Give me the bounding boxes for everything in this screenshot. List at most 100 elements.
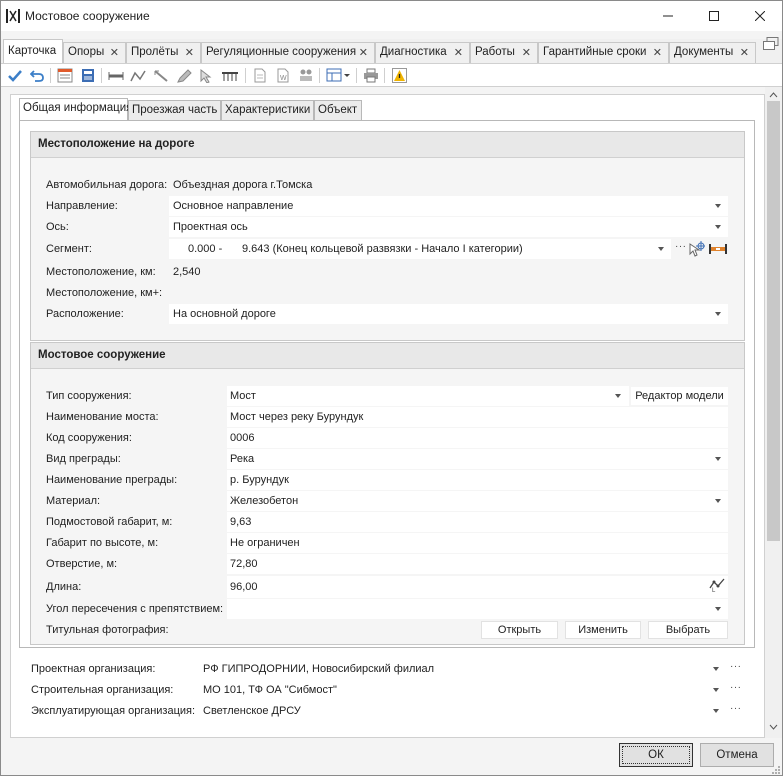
material-value: Железобетон xyxy=(230,495,299,507)
warning-icon xyxy=(391,68,407,83)
tab-label: Диагностика xyxy=(380,46,447,58)
scroll-down-icon[interactable] xyxy=(765,721,782,733)
structure-code-value: 0006 xyxy=(230,432,255,444)
close-icon[interactable]: ✕ xyxy=(740,46,749,59)
tab-characteristics[interactable]: Характеристики xyxy=(221,100,314,120)
ellipsis-icon[interactable]: ··· xyxy=(730,661,742,672)
open-photo-button[interactable]: Открыть xyxy=(481,621,558,639)
tab-warranty[interactable]: Гарантийные сроки ✕ xyxy=(538,42,669,63)
build-org-value: МО 101, ТФ ОА "Сибмост" xyxy=(203,684,337,696)
scrollbar-thumb[interactable] xyxy=(767,101,780,541)
chevron-down-icon[interactable] xyxy=(715,499,721,503)
segment-label: Сегмент: xyxy=(46,243,92,255)
structure-type-select[interactable] xyxy=(227,386,629,406)
ellipsis-icon[interactable]: ··· xyxy=(675,241,687,252)
angle-select[interactable] xyxy=(227,599,728,619)
structure-icon xyxy=(300,69,312,81)
tab-carriageway[interactable]: Проезжая часть xyxy=(128,100,221,120)
ellipsis-icon[interactable]: ··· xyxy=(730,703,742,714)
chevron-down-icon[interactable] xyxy=(713,667,719,671)
resize-grip-icon[interactable] xyxy=(769,763,781,775)
maximize-button[interactable] xyxy=(691,1,737,31)
chevron-down-icon[interactable] xyxy=(658,247,664,251)
model-editor-button[interactable]: Редактор модели xyxy=(631,387,728,405)
tab-label: Гарантийные сроки xyxy=(543,46,647,58)
ok-button[interactable]: ОК xyxy=(619,743,693,767)
chevron-down-icon[interactable] xyxy=(715,457,721,461)
print-button[interactable] xyxy=(362,67,380,84)
polyline-tool-button[interactable] xyxy=(129,67,147,84)
chevron-down-icon[interactable] xyxy=(715,607,721,611)
tab-supports[interactable]: Опоры ✕ xyxy=(63,42,126,63)
report-button[interactable] xyxy=(56,67,74,84)
pick-on-map-icon[interactable] xyxy=(689,241,705,257)
close-icon[interactable]: ✕ xyxy=(653,46,662,59)
structure-code-input[interactable] xyxy=(227,428,728,448)
chevron-down-icon[interactable] xyxy=(713,688,719,692)
pencil-tool-button[interactable] xyxy=(175,67,193,84)
barrier-type-select[interactable] xyxy=(227,449,728,469)
close-icon[interactable]: ✕ xyxy=(454,46,463,59)
direction-label: Направление: xyxy=(46,200,118,212)
tab-label: Карточка xyxy=(8,45,57,57)
segment-icon xyxy=(108,71,124,80)
ellipsis-icon[interactable]: ··· xyxy=(730,682,742,693)
tab-spans[interactable]: Пролёты ✕ xyxy=(126,42,201,63)
opening-input[interactable] xyxy=(227,554,728,574)
tab-label: Документы xyxy=(674,46,734,58)
design-org-label: Проектная организация: xyxy=(31,663,156,675)
toolbar-separator xyxy=(356,68,357,83)
tab-label: Регуляционные сооружения xyxy=(206,46,357,58)
document-icon xyxy=(254,68,266,83)
close-icon[interactable]: ✕ xyxy=(522,46,531,59)
segment-tool-button[interactable] xyxy=(107,67,125,84)
length-input[interactable] xyxy=(227,576,728,598)
close-icon[interactable]: ✕ xyxy=(359,46,368,59)
chevron-down-icon[interactable] xyxy=(715,225,721,229)
height-value: Не ограничен xyxy=(230,537,300,549)
layout-dropdown-button[interactable] xyxy=(325,67,351,84)
chevron-down-icon[interactable] xyxy=(615,394,621,398)
height-input[interactable] xyxy=(227,533,728,553)
apply-button[interactable] xyxy=(6,67,24,84)
barrier-name-input[interactable] xyxy=(227,470,728,490)
cancel-button[interactable]: Отмена xyxy=(700,743,774,767)
chevron-down-icon[interactable] xyxy=(715,312,721,316)
tab-diagnostics[interactable]: Диагностика ✕ xyxy=(375,42,470,63)
close-icon[interactable]: ✕ xyxy=(110,46,119,59)
tab-object[interactable]: Объект xyxy=(314,100,362,120)
minimize-button[interactable] xyxy=(645,1,691,31)
tab-card[interactable]: Карточка xyxy=(3,39,63,63)
close-icon[interactable]: ✕ xyxy=(185,46,194,59)
tab-general-info[interactable]: Общая информация xyxy=(19,98,132,121)
road-segment-icon[interactable] xyxy=(709,244,727,254)
bridge-tool-button[interactable] xyxy=(221,67,239,84)
tab-regulation[interactable]: Регуляционные сооружения ✕ xyxy=(201,42,375,63)
ruler-tool-button[interactable] xyxy=(152,67,170,84)
axis-value: Проектная ось xyxy=(173,221,248,233)
card-button[interactable] xyxy=(79,67,97,84)
restore-windows-icon[interactable] xyxy=(763,37,779,51)
document-button[interactable] xyxy=(251,67,269,84)
chevron-down-icon[interactable] xyxy=(713,709,719,713)
warning-button[interactable] xyxy=(390,67,408,84)
material-select[interactable] xyxy=(227,491,728,511)
tab-documents[interactable]: Документы ✕ xyxy=(669,42,756,63)
select-tool-button[interactable] xyxy=(198,67,216,84)
clearance-input[interactable] xyxy=(227,512,728,532)
measure-length-icon[interactable]: L xyxy=(709,577,726,592)
close-button[interactable] xyxy=(737,1,783,31)
axis-select[interactable] xyxy=(169,217,728,237)
toolbar-separator xyxy=(50,68,51,83)
scroll-up-icon[interactable] xyxy=(765,89,782,101)
tab-works[interactable]: Работы ✕ xyxy=(470,42,538,63)
height-label: Габарит по высоте, м: xyxy=(46,537,159,549)
direction-value: Основное направление xyxy=(173,200,294,212)
undo-button[interactable] xyxy=(28,67,46,84)
title-bar: Мостовое сооружение xyxy=(1,1,782,31)
document-export-button[interactable]: W xyxy=(274,67,292,84)
chevron-down-icon[interactable] xyxy=(715,204,721,208)
choose-photo-button[interactable]: Выбрать xyxy=(648,621,728,639)
change-photo-button[interactable]: Изменить xyxy=(565,621,641,639)
structure-button[interactable] xyxy=(297,67,315,84)
